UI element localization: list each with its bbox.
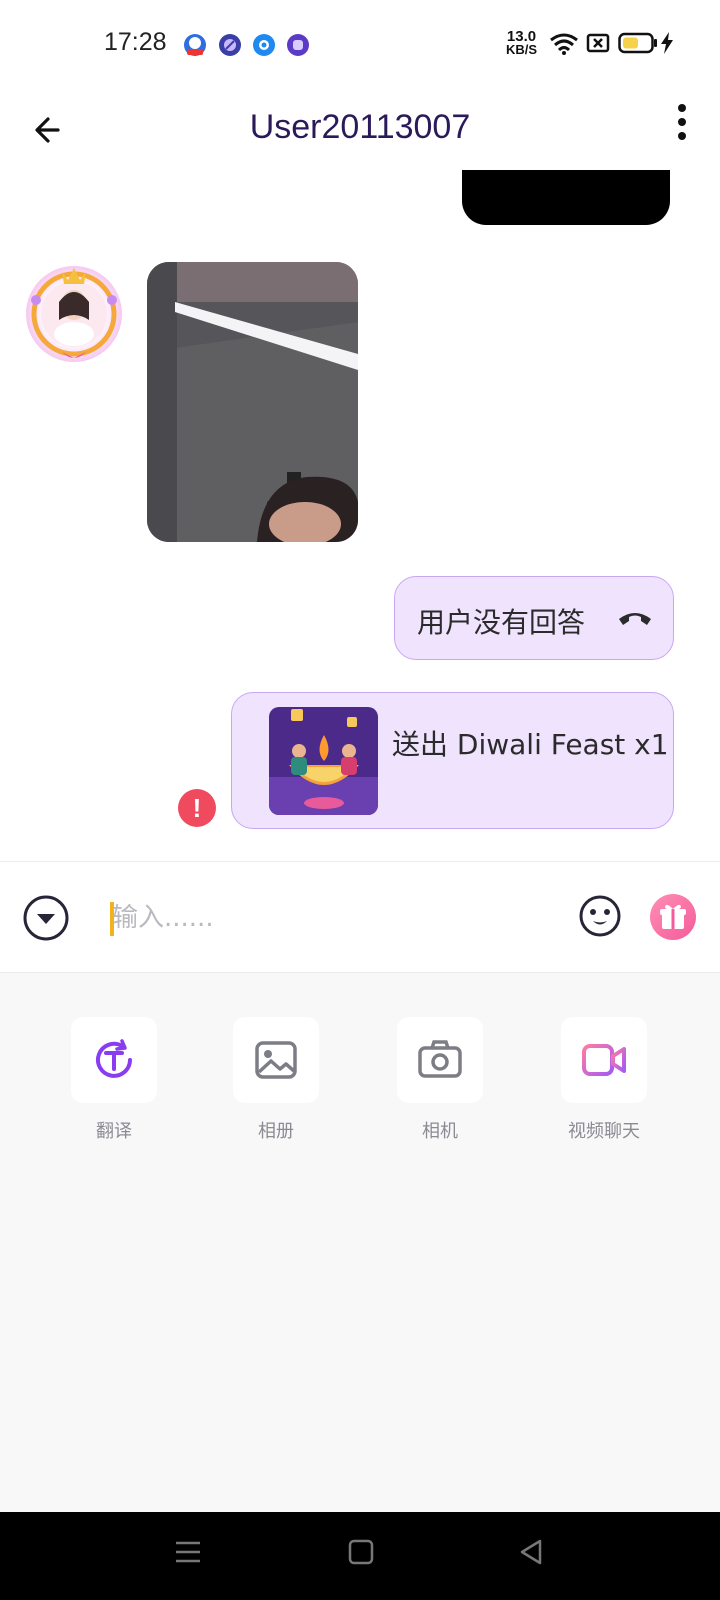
message-list[interactable]: 用户没有回答 送出 Diwali Feast x1 ! (0, 170, 720, 860)
chevron-down-icon[interactable] (22, 894, 70, 942)
home-square-icon[interactable] (348, 1538, 374, 1570)
tool-label: 相机 (422, 1121, 458, 1142)
call-status-message[interactable]: 用户没有回答 (394, 576, 674, 660)
baidu-app-icon (184, 34, 206, 56)
tool-gallery[interactable]: 相册 (216, 1017, 336, 1143)
tool-label: 相册 (258, 1121, 294, 1142)
clock: 17:28 (104, 28, 167, 56)
avatar[interactable] (22, 260, 126, 364)
emoji-icon[interactable] (578, 894, 622, 938)
message-input[interactable] (108, 892, 554, 944)
tool-label: 视频聊天 (568, 1121, 640, 1142)
tool-tile (71, 1017, 157, 1103)
outgoing-media-message[interactable] (462, 170, 670, 225)
tool-tile (397, 1017, 483, 1103)
app-notification-icon (219, 34, 241, 56)
tool-tile (233, 1017, 319, 1103)
menu-lines-icon[interactable] (174, 1538, 202, 1570)
app-notification-icon (287, 34, 309, 56)
app-notification-icon (253, 34, 275, 56)
tool-translate[interactable]: 翻译 (54, 1017, 174, 1143)
gift-icon[interactable] (650, 894, 696, 940)
gift-message[interactable]: 送出 Diwali Feast x1 (231, 692, 674, 829)
composer-bar (0, 861, 720, 972)
gift-text: 送出 Diwali Feast x1 (392, 728, 669, 761)
wifi-icon (549, 32, 579, 60)
tool-label: 翻译 (96, 1121, 132, 1142)
chat-header: User20113007 (0, 90, 720, 170)
status-bar: 17:28 13.0 KB/S (0, 0, 720, 90)
charging-icon (660, 32, 674, 58)
battery-icon (618, 32, 658, 58)
sim-off-icon (586, 32, 610, 58)
phone-hangup-icon (617, 607, 653, 631)
back-triangle-icon[interactable] (518, 1538, 546, 1570)
call-status-text: 用户没有回答 (417, 606, 586, 639)
send-failed-icon[interactable]: ! (178, 789, 216, 827)
photo-message[interactable] (147, 262, 358, 542)
page-title: User20113007 (249, 108, 471, 146)
system-nav-bar (0, 1512, 720, 1600)
tool-video-chat[interactable]: 视频聊天 (544, 1017, 664, 1143)
more-vertical-icon[interactable] (664, 98, 700, 152)
tool-camera[interactable]: 相机 (380, 1017, 500, 1143)
tool-tile (561, 1017, 647, 1103)
network-speed: 13.0 KB/S (506, 28, 538, 57)
gift-thumbnail (269, 707, 378, 815)
tools-panel: 翻译 相册 相机 视频聊天 (0, 972, 720, 1513)
